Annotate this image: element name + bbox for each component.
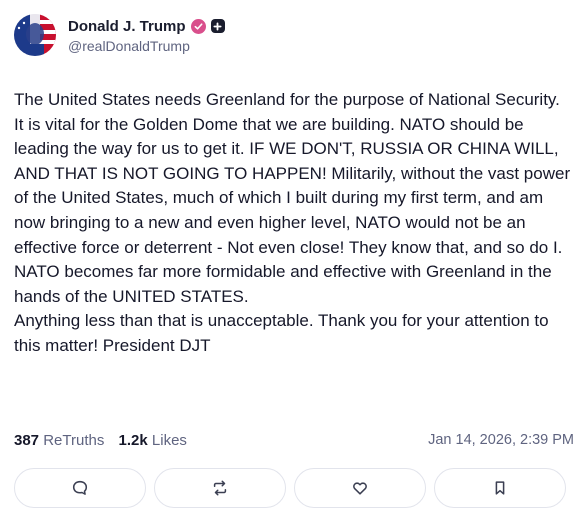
post-timestamp[interactable]: Jan 14, 2026, 2:39 PM — [428, 432, 574, 448]
retruths-stat[interactable]: 387 ReTruths — [14, 432, 104, 449]
name-row: Donald J. Trump — [68, 16, 225, 36]
post-card: Donald J. Trump @realDonaldTrump The Uni… — [0, 0, 588, 522]
retruths-label: ReTruths — [43, 432, 105, 449]
post-stats: 387 ReTruths 1.2k Likes Jan 14, 2026, 2:… — [14, 432, 574, 452]
retruths-count: 387 — [14, 432, 40, 449]
reply-button[interactable] — [14, 468, 146, 508]
retruth-icon — [213, 480, 227, 496]
avatar[interactable] — [14, 14, 56, 56]
bookmark-button[interactable] — [434, 468, 566, 508]
like-icon — [353, 482, 367, 495]
reply-icon — [72, 480, 88, 495]
likes-stat[interactable]: 1.2k Likes — [119, 432, 187, 449]
bookmark-icon — [495, 481, 505, 495]
author-info: Donald J. Trump @realDonaldTrump — [68, 16, 225, 54]
display-name[interactable]: Donald J. Trump — [68, 18, 186, 35]
post-text: The United States needs Greenland for th… — [14, 90, 571, 355]
likes-count: 1.2k — [118, 432, 148, 449]
like-button[interactable] — [294, 468, 426, 508]
post-header: Donald J. Trump @realDonaldTrump — [14, 14, 225, 56]
avatar-image — [14, 14, 56, 56]
user-handle[interactable]: @realDonaldTrump — [68, 38, 225, 54]
truth-plus-icon — [210, 19, 225, 33]
action-bar — [14, 468, 566, 508]
verified-badge-icon — [190, 18, 206, 34]
likes-label: Likes — [151, 432, 187, 449]
retruth-button[interactable] — [154, 468, 286, 508]
